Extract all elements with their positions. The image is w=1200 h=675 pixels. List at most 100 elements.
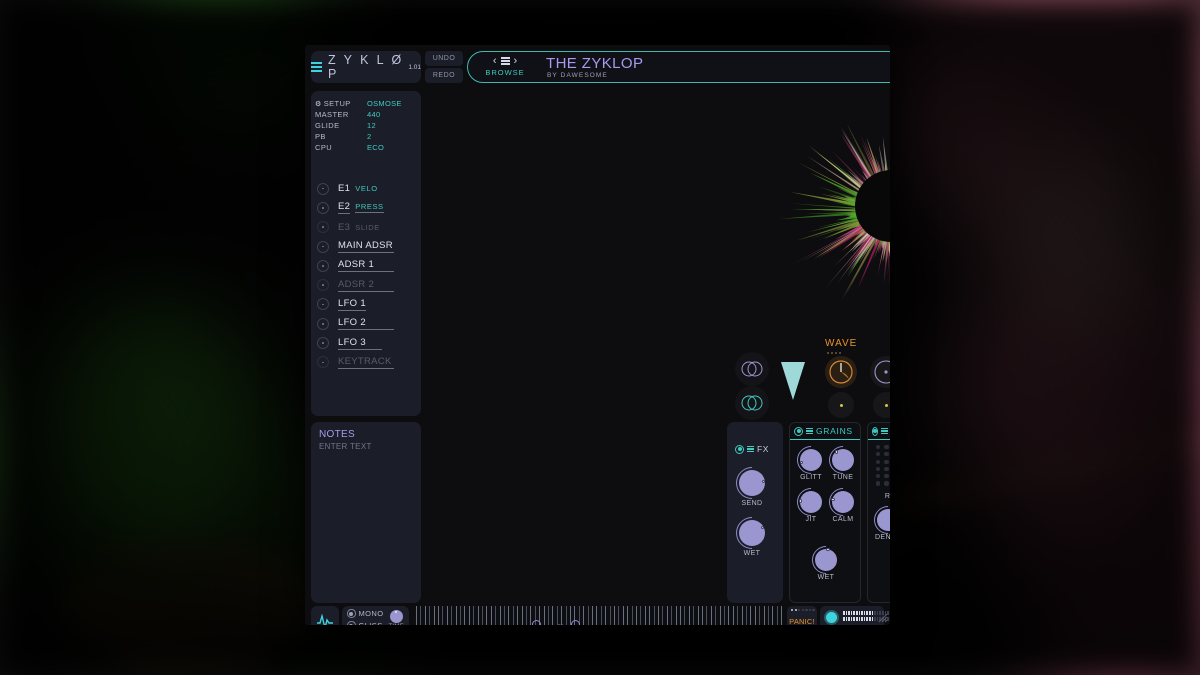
key-divider[interactable] xyxy=(763,606,765,625)
key-divider[interactable] xyxy=(556,606,558,625)
key-divider[interactable] xyxy=(526,606,527,625)
key-divider[interactable] xyxy=(776,606,778,625)
key-divider[interactable] xyxy=(781,606,782,625)
key-divider[interactable] xyxy=(746,606,747,625)
key-divider[interactable] xyxy=(552,606,554,625)
modulator-knob[interactable] xyxy=(317,221,329,234)
key-divider[interactable] xyxy=(662,606,664,625)
key-divider[interactable] xyxy=(671,606,673,625)
key-divider[interactable] xyxy=(653,606,655,625)
output-knob[interactable] xyxy=(824,610,839,625)
modulator-row-lfo-1[interactable]: LFO 1 xyxy=(311,295,421,314)
triangle-down-icon[interactable] xyxy=(780,360,806,404)
key-divider[interactable] xyxy=(688,606,690,625)
setup-row[interactable]: GLIDE 12 xyxy=(315,120,413,131)
key-divider[interactable] xyxy=(561,606,563,625)
fx-section-header[interactable]: LOOPHOLE xyxy=(868,423,890,440)
setup-row[interactable]: MASTER 440 xyxy=(315,109,413,120)
modulator-row-e3[interactable]: E3 SLIDE xyxy=(311,218,421,237)
key-divider[interactable] xyxy=(596,606,598,625)
modulator-knob[interactable] xyxy=(317,337,329,350)
key-divider[interactable] xyxy=(772,606,774,625)
venn-circles-filled-icon[interactable] xyxy=(735,386,769,420)
key-divider[interactable] xyxy=(649,606,651,625)
key-divider[interactable] xyxy=(490,606,492,625)
list-icon[interactable] xyxy=(500,57,510,65)
setup-value[interactable]: 440 xyxy=(367,110,413,119)
knob-send[interactable] xyxy=(729,460,775,506)
modulator-row-e1[interactable]: E1 VELO xyxy=(311,179,421,198)
wave-slot-indicator[interactable] xyxy=(828,392,854,418)
venn-circles-icon[interactable] xyxy=(735,352,769,386)
key-divider[interactable] xyxy=(512,606,514,625)
app-logo[interactable]: Z Y K L Ø P 1.01 xyxy=(311,51,421,83)
fx-section-grains[interactable]: GRAINS GLITT TUNE JIT CALM WET xyxy=(789,422,863,603)
chevron-right-icon[interactable]: › xyxy=(514,55,518,67)
modulator-row-lfo-2[interactable]: LFO 2 xyxy=(311,314,421,333)
modulator-knob[interactable] xyxy=(317,201,329,214)
modulator-knob[interactable] xyxy=(317,279,329,292)
key-divider[interactable] xyxy=(684,606,686,625)
key-divider[interactable] xyxy=(666,606,668,625)
key-divider[interactable] xyxy=(618,606,620,625)
key-divider[interactable] xyxy=(636,606,637,625)
led-icon[interactable] xyxy=(735,444,744,454)
key-divider[interactable] xyxy=(640,606,642,625)
key-divider[interactable] xyxy=(446,606,448,625)
key-divider[interactable] xyxy=(477,606,479,625)
key-divider[interactable] xyxy=(592,606,593,625)
key-divider[interactable] xyxy=(486,606,488,625)
undo-button[interactable]: UNDO xyxy=(425,51,463,66)
key-divider[interactable] xyxy=(499,606,501,625)
modulator-row-keytrack[interactable]: KEYTRACK xyxy=(311,353,421,372)
key-divider[interactable] xyxy=(473,606,475,625)
knob-jit[interactable] xyxy=(791,482,831,522)
setup-row[interactable]: CPU ECO xyxy=(315,142,413,153)
fx-enable-toggle[interactable]: FX xyxy=(735,444,769,454)
chevron-left-icon[interactable]: ‹ xyxy=(493,55,497,67)
key-divider[interactable] xyxy=(614,606,615,625)
key-divider[interactable] xyxy=(702,606,703,625)
key-divider[interactable] xyxy=(715,606,717,625)
redo-button[interactable]: REDO xyxy=(425,68,463,83)
notes-panel[interactable]: NOTES ENTER TEXT xyxy=(311,422,421,603)
key-divider[interactable] xyxy=(741,606,743,625)
key-divider[interactable] xyxy=(737,606,739,625)
key-divider[interactable] xyxy=(750,606,752,625)
key-divider[interactable] xyxy=(548,606,549,625)
modulator-knob[interactable] xyxy=(317,298,329,311)
note-marker[interactable] xyxy=(532,620,541,625)
key-divider[interactable] xyxy=(517,606,519,625)
key-divider[interactable] xyxy=(675,606,677,625)
note-marker[interactable] xyxy=(571,620,580,625)
key-divider[interactable] xyxy=(521,606,523,625)
key-divider[interactable] xyxy=(495,606,497,625)
fx-section-loophole[interactable]: LOOPHOLEREVERSEDENSEDECAYWET xyxy=(867,422,890,603)
key-divider[interactable] xyxy=(719,606,721,625)
key-divider[interactable] xyxy=(754,606,756,625)
key-divider[interactable] xyxy=(706,606,708,625)
knob-wet[interactable] xyxy=(729,510,775,556)
key-divider[interactable] xyxy=(697,606,699,625)
setup-value[interactable]: 2 xyxy=(367,132,413,141)
setup-row[interactable]: ⚙ SETUP OSMOSE xyxy=(315,98,413,109)
key-divider[interactable] xyxy=(622,606,624,625)
knob-wet[interactable] xyxy=(806,540,846,580)
led-icon[interactable] xyxy=(872,426,878,436)
modulator-knob[interactable] xyxy=(317,356,329,369)
menu-icon[interactable] xyxy=(311,62,322,72)
key-divider[interactable] xyxy=(429,606,431,625)
key-divider[interactable] xyxy=(600,606,602,625)
key-divider[interactable] xyxy=(583,606,585,625)
key-divider[interactable] xyxy=(420,606,422,625)
modulator-knob[interactable] xyxy=(317,317,329,330)
ring-dot-icon[interactable] xyxy=(870,356,890,388)
key-divider[interactable] xyxy=(468,606,470,625)
key-divider[interactable] xyxy=(627,606,629,625)
key-divider[interactable] xyxy=(609,606,611,625)
key-divider[interactable] xyxy=(504,606,505,625)
key-divider[interactable] xyxy=(543,606,545,625)
key-divider[interactable] xyxy=(587,606,589,625)
setup-value[interactable]: OSMOSE xyxy=(367,99,413,108)
key-divider[interactable] xyxy=(724,606,725,625)
